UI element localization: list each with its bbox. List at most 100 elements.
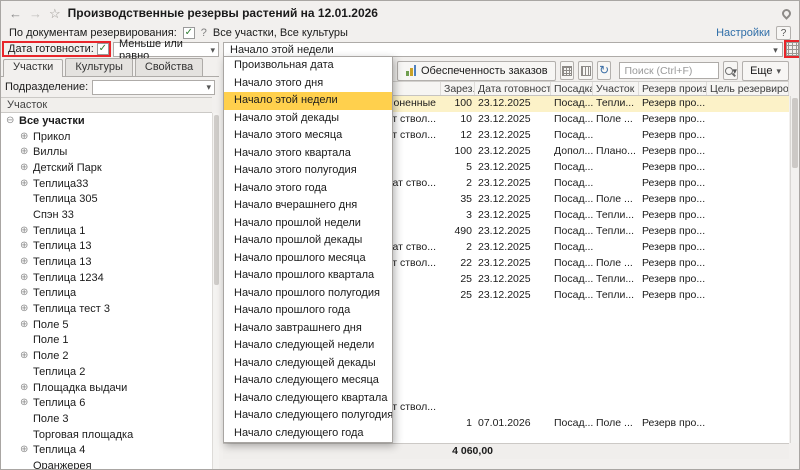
tab[interactable]: Свойства	[135, 58, 203, 76]
tree-expander-icon[interactable]	[20, 398, 33, 408]
column-header-reserved[interactable]: Зарез...	[441, 82, 475, 95]
dropdown-item[interactable]: Начало этого года	[224, 180, 392, 198]
tree-item[interactable]: Теплица 4	[1, 442, 212, 458]
tree-item[interactable]: Поле 3	[1, 411, 212, 427]
column-header-site[interactable]: Участок	[593, 82, 639, 95]
period-dropdown-button[interactable]	[769, 43, 782, 56]
tree-item[interactable]: Теплица 1	[1, 223, 212, 239]
cell-reserved-qty: 10	[441, 112, 475, 128]
refresh-button[interactable]	[597, 61, 612, 80]
dropdown-item[interactable]: Произвольная дата	[224, 57, 392, 75]
tree-item[interactable]: Теплица тест 3	[1, 301, 212, 317]
table-scrollbar[interactable]	[790, 96, 799, 443]
tree-item[interactable]: Поле 1	[1, 333, 212, 349]
tree-item[interactable]: Детский Парк	[1, 160, 212, 176]
more-button[interactable]: Еще	[742, 61, 789, 81]
tree-expander-icon[interactable]	[20, 226, 33, 236]
column-header-planting[interactable]: Посадка	[551, 82, 593, 95]
dropdown-item[interactable]: Начало следующего месяца	[224, 372, 392, 390]
dropdown-item[interactable]: Начало этого месяца	[224, 127, 392, 145]
dropdown-item[interactable]: Начало прошлого полугодия	[224, 285, 392, 303]
tree-item[interactable]: Площадка выдачи	[1, 380, 212, 396]
tree-item[interactable]: Теплица 13	[1, 239, 212, 255]
tree-item[interactable]: Все участки	[1, 113, 212, 129]
tab[interactable]: Участки	[3, 59, 63, 77]
search-options-button[interactable]	[723, 61, 738, 80]
chevron-down-icon[interactable]	[210, 44, 215, 56]
dropdown-item[interactable]: Начало этой декады	[224, 110, 392, 128]
back-icon[interactable]	[9, 7, 22, 20]
dropdown-item[interactable]: Начало следующего полугодия	[224, 407, 392, 425]
tree-item[interactable]: Прикол	[1, 129, 212, 145]
dropdown-item[interactable]: Начало прошлого года	[224, 302, 392, 320]
comparison-select[interactable]: Меньше или равно	[113, 42, 219, 57]
column-header-ready-date[interactable]: Дата готовности	[475, 82, 551, 95]
tree-expander-icon[interactable]	[20, 241, 33, 251]
tab[interactable]: Культуры	[65, 58, 133, 76]
tree-item[interactable]: Теплица 1234	[1, 270, 212, 286]
tree-expander-icon[interactable]	[20, 257, 33, 267]
tree-expander-icon[interactable]	[20, 273, 33, 283]
tree-item[interactable]: Поле 5	[1, 317, 212, 333]
tree-item[interactable]: Теплица 305	[1, 191, 212, 207]
settings-link[interactable]: Настройки	[716, 27, 770, 39]
cell-ready-date: 23.12.2025	[475, 128, 551, 144]
forward-icon[interactable]	[29, 7, 42, 20]
dropdown-item[interactable]: Начало следующего квартала	[224, 390, 392, 408]
tree-expander-icon[interactable]	[20, 445, 33, 455]
tree-item[interactable]: Теплица 2	[1, 364, 212, 380]
scrollbar-thumb[interactable]	[214, 115, 219, 285]
tree-expander-icon[interactable]	[20, 351, 33, 361]
column-header-reserve-doc[interactable]: Резерв произво...	[639, 82, 707, 95]
tree-expander-icon[interactable]	[6, 116, 19, 126]
dropdown-item[interactable]: Начало этого дня	[224, 75, 392, 93]
tree-item[interactable]: Виллы	[1, 144, 212, 160]
columns-button[interactable]	[578, 61, 593, 80]
dropdown-item[interactable]: Начало прошлой декады	[224, 232, 392, 250]
tree-item[interactable]: Торговая площадка	[1, 427, 212, 443]
tree-item[interactable]: Спэн 33	[1, 207, 212, 223]
pin-icon[interactable]	[780, 7, 793, 20]
tree-expander-icon[interactable]	[20, 288, 33, 298]
date-filter-checkbox[interactable]	[97, 43, 109, 55]
dropdown-item[interactable]: Начало этого квартала	[224, 145, 392, 163]
tree-expander-icon[interactable]	[20, 147, 33, 157]
tree-item[interactable]: Теплица 13	[1, 254, 212, 270]
dropdown-item[interactable]: Начало прошлого месяца	[224, 250, 392, 268]
calendar-button[interactable]	[786, 42, 799, 56]
dropdown-item[interactable]: Начало следующей декады	[224, 355, 392, 373]
tree-column-header[interactable]: Участок	[1, 97, 212, 113]
tree-item[interactable]: Поле 2	[1, 348, 212, 364]
dropdown-item[interactable]: Начало этой недели	[224, 92, 392, 110]
column-header-purpose[interactable]: Цель резервирования	[707, 82, 789, 95]
subdivision-combo[interactable]	[92, 80, 215, 95]
dropdown-item[interactable]: Начало этого полугодия	[224, 162, 392, 180]
scrollbar-thumb[interactable]	[792, 98, 798, 168]
cell-site	[593, 400, 639, 416]
orders-coverage-button[interactable]: Обеспеченность заказов	[397, 61, 556, 81]
dropdown-item[interactable]: Начало вчерашнего дня	[224, 197, 392, 215]
list-view-button[interactable]	[560, 61, 575, 80]
tree-item[interactable]: Теплица 6	[1, 395, 212, 411]
dropdown-item[interactable]: Начало следующего года	[224, 425, 392, 443]
tree-item[interactable]: Теплица	[1, 286, 212, 302]
tree-item[interactable]: Оранжерея	[1, 458, 212, 469]
dropdown-item[interactable]: Начало прошлой недели	[224, 215, 392, 233]
cell-purpose	[707, 128, 789, 144]
tree-item[interactable]: Теплица33	[1, 176, 212, 192]
help-button[interactable]: ?	[776, 26, 791, 40]
tree-expander-icon[interactable]	[20, 163, 33, 173]
tree-expander-icon[interactable]	[20, 304, 33, 314]
tree-expander-icon[interactable]	[20, 383, 33, 393]
left-panel-scrollbar[interactable]	[212, 113, 219, 469]
dropdown-item[interactable]: Начало завтрашнего дня	[224, 320, 392, 338]
favorites-star-icon[interactable]	[49, 7, 61, 20]
tree-expander-icon[interactable]	[20, 179, 33, 189]
chevron-down-icon[interactable]	[206, 81, 211, 93]
dropdown-item[interactable]: Начало следующей недели	[224, 337, 392, 355]
tree-expander-icon[interactable]	[20, 320, 33, 330]
period-input[interactable]: Начало этой недели	[223, 42, 783, 57]
dropdown-item[interactable]: Начало прошлого квартала	[224, 267, 392, 285]
search-input[interactable]	[619, 62, 719, 79]
tree-expander-icon[interactable]	[20, 132, 33, 142]
